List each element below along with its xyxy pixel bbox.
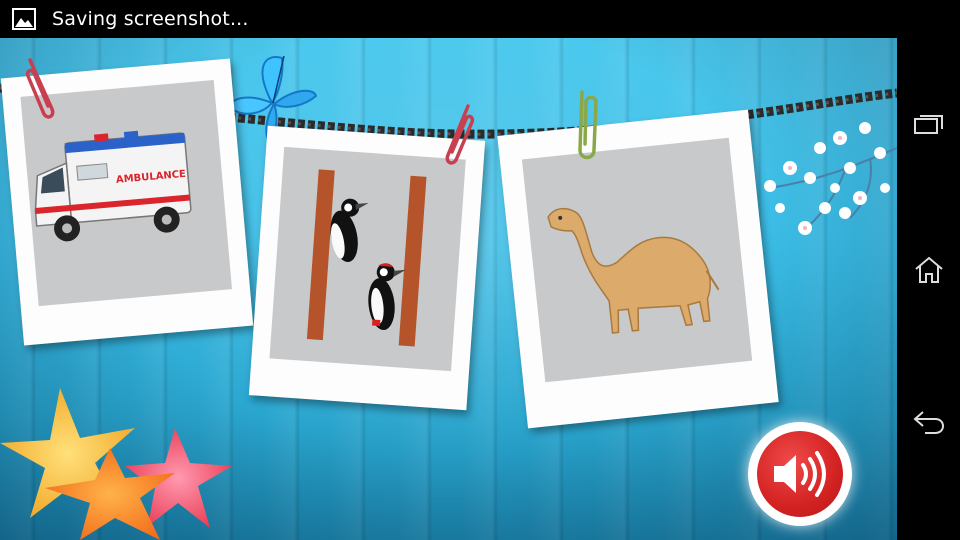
- sound-button[interactable]: [748, 422, 852, 526]
- woodpecker-image: [306, 169, 427, 347]
- status-bar: Saving screenshot...: [0, 0, 960, 38]
- paperclip-icon: [578, 90, 598, 160]
- home-icon: [914, 256, 943, 283]
- back-icon: [912, 411, 944, 434]
- starfish-decoration: [0, 388, 232, 540]
- recent-apps-icon: [913, 115, 943, 134]
- camel-image: [547, 207, 720, 334]
- blossom-branch: [764, 122, 897, 235]
- paperclip-icon: [445, 104, 475, 165]
- notification-text: Saving screenshot...: [52, 8, 249, 30]
- back-button[interactable]: [897, 392, 960, 452]
- speaker-icon: [774, 451, 826, 497]
- app-screen: AMBULANCE: [0, 38, 897, 540]
- navigation-bar: [897, 38, 960, 540]
- home-button[interactable]: [897, 240, 960, 300]
- paperclip-icon: [25, 58, 55, 119]
- recent-apps-button[interactable]: [897, 94, 960, 154]
- photo-card-camel[interactable]: [497, 109, 779, 429]
- image-icon: [12, 8, 36, 30]
